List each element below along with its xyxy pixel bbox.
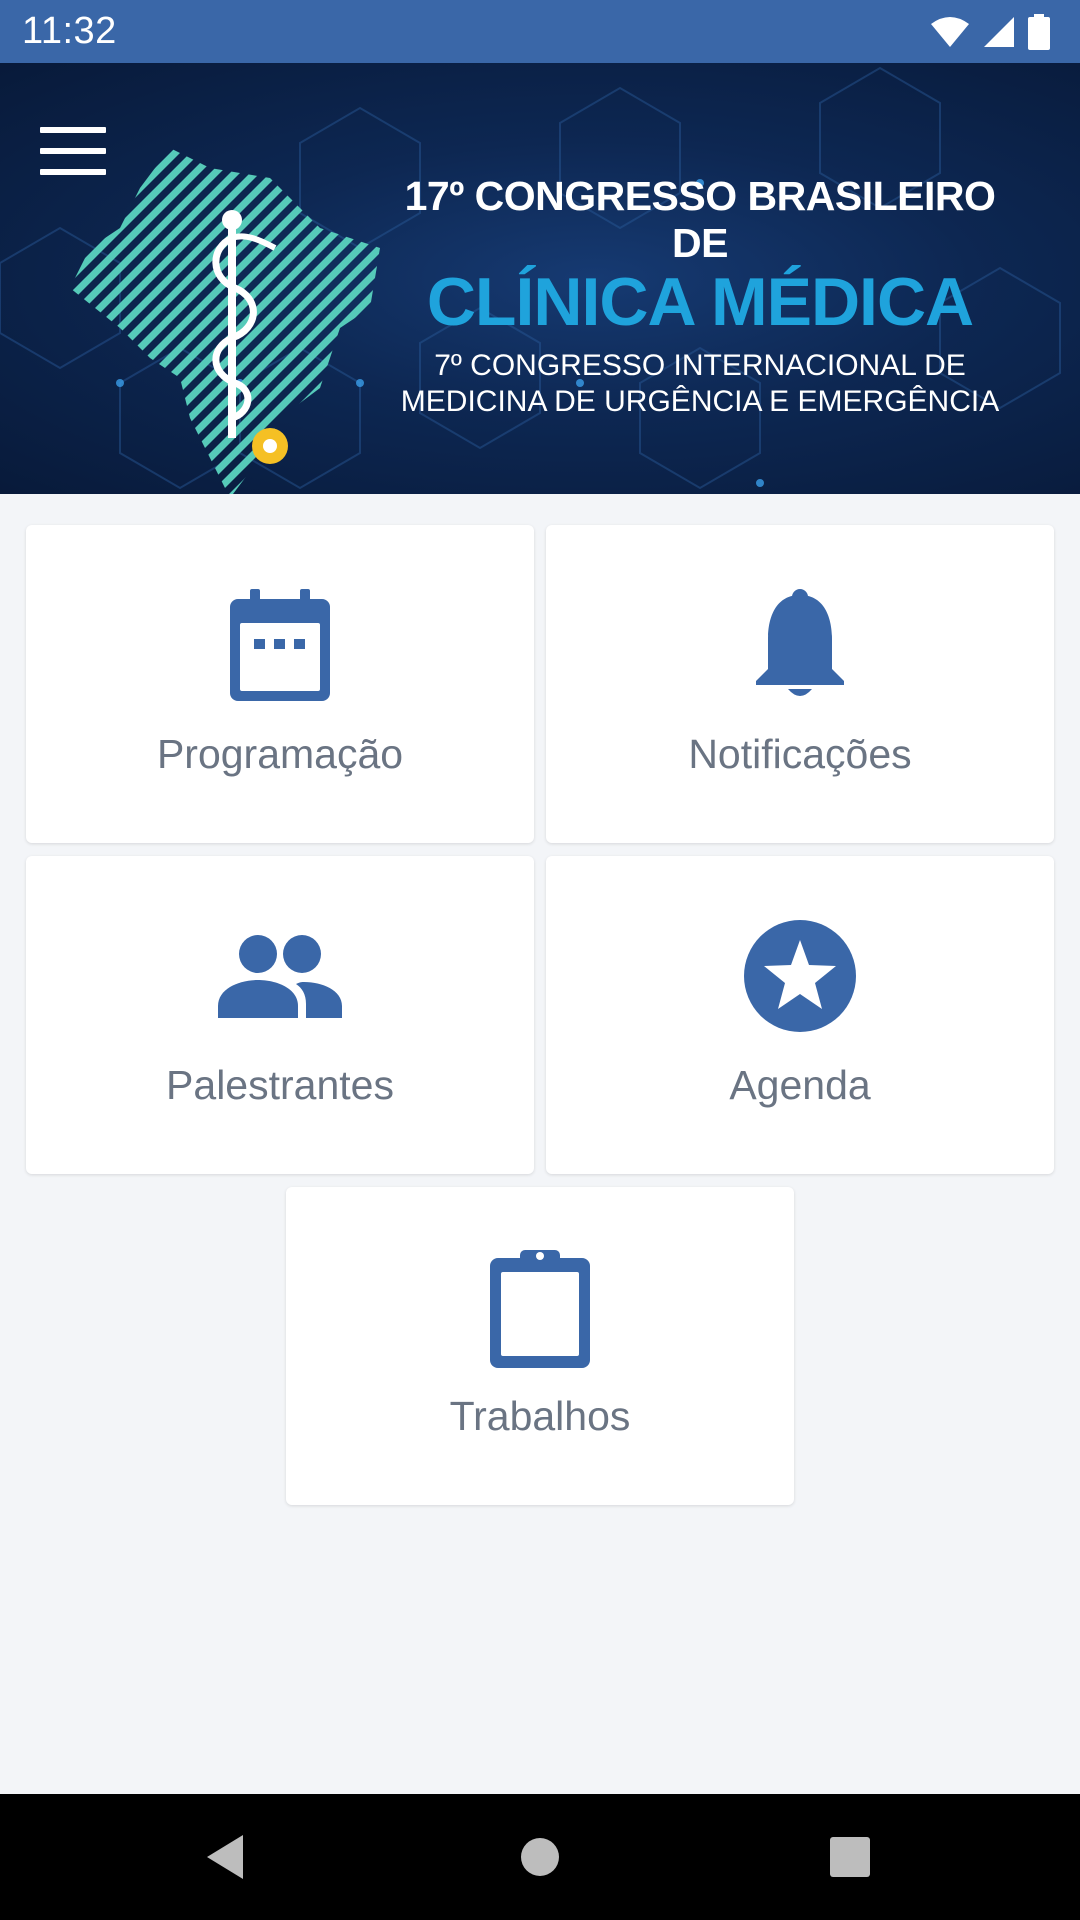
back-icon: [207, 1835, 243, 1879]
battery-icon: [1028, 14, 1050, 50]
navigation-bar: [0, 1794, 1080, 1920]
banner-line4: MEDICINA DE URGÊNCIA E EMERGÊNCIA: [400, 385, 1000, 419]
trabalhos-card[interactable]: Trabalhos: [286, 1187, 794, 1505]
home-icon: [521, 1838, 559, 1876]
brazil-map-caduceus-logo: [70, 148, 380, 494]
back-button[interactable]: [165, 1794, 285, 1920]
trabalhos-label: Trabalhos: [449, 1393, 631, 1439]
palestrantes-label: Palestrantes: [166, 1062, 394, 1108]
notificacoes-card[interactable]: Notificações: [546, 525, 1054, 843]
programacao-label: Programação: [156, 731, 404, 777]
agenda-card[interactable]: Agenda: [546, 856, 1054, 1174]
status-time: 11:32: [22, 10, 117, 52]
programacao-card[interactable]: Programação: [26, 525, 534, 843]
banner-line2: CLÍNICA MÉDICA: [426, 264, 974, 340]
calendar-icon: [230, 589, 330, 701]
signal-icon: [984, 17, 1014, 47]
clipboard-icon: [490, 1250, 590, 1368]
wifi-icon: [931, 17, 969, 47]
people-icon: [218, 935, 342, 1018]
banner-line3: 7º CONGRESSO INTERNACIONAL DE: [434, 349, 966, 383]
recent-apps-icon: [830, 1837, 870, 1877]
event-banner: 17º CONGRESSO BRASILEIRO DE CLÍNICA MÉDI…: [0, 63, 1080, 494]
agenda-label: Agenda: [729, 1062, 871, 1108]
system-icons: [930, 12, 1050, 52]
notificacoes-label: Notificações: [688, 731, 912, 777]
status-bar: 11:32: [0, 0, 1080, 63]
banner-title: 17º CONGRESSO BRASILEIRO DE CLÍNICA MÉDI…: [380, 173, 1020, 420]
bell-icon: [756, 589, 844, 696]
home-button[interactable]: [480, 1794, 600, 1920]
star-icon: [744, 920, 856, 1032]
banner-line1: 17º CONGRESSO BRASILEIRO DE: [404, 173, 996, 266]
recent-apps-button[interactable]: [790, 1794, 910, 1920]
palestrantes-card[interactable]: Palestrantes: [26, 856, 534, 1174]
